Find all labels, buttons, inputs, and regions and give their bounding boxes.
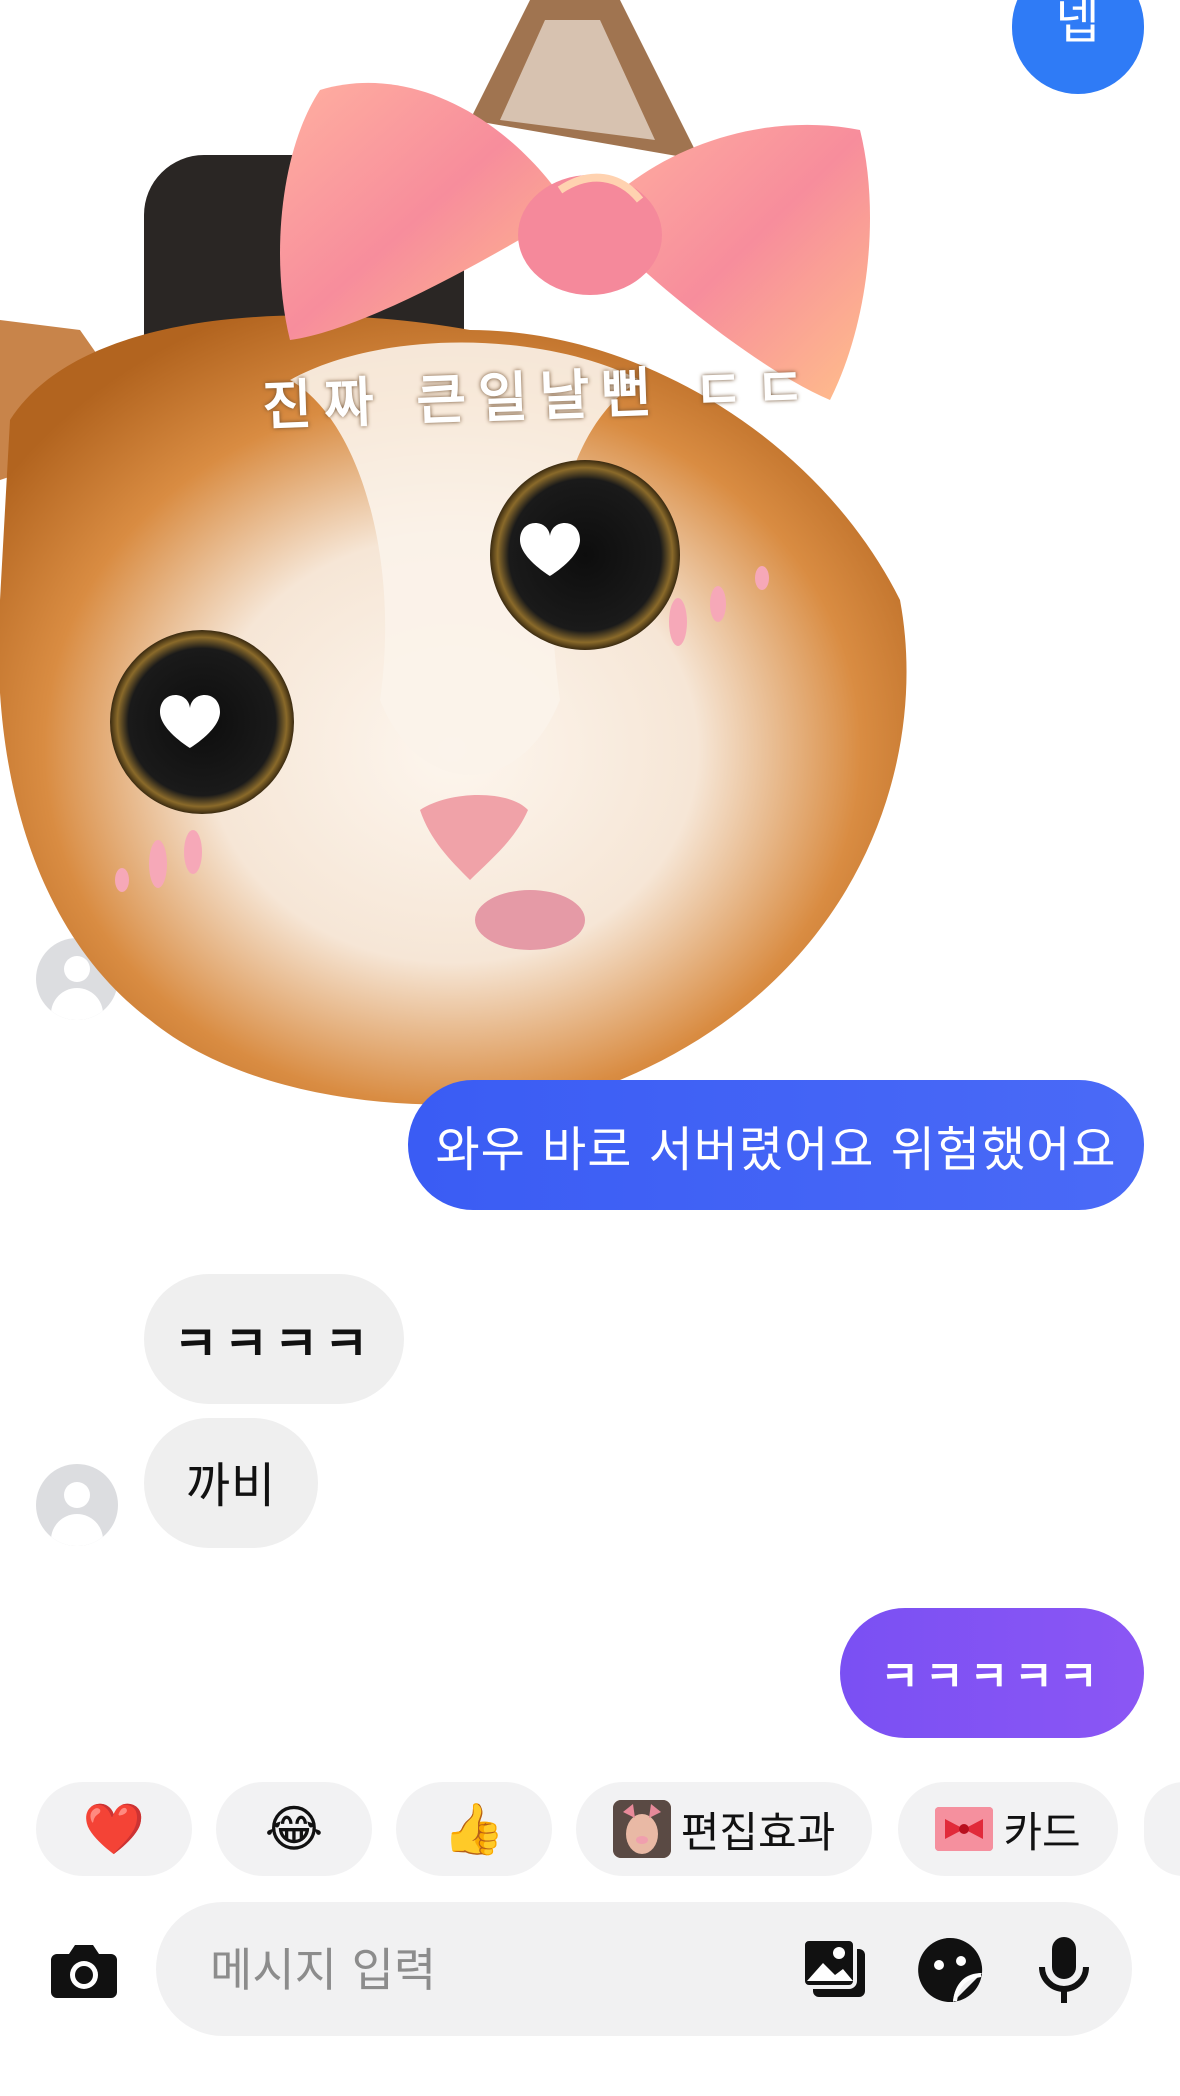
- thumbs-up-icon: 👍: [442, 1799, 506, 1858]
- gallery-button[interactable]: [796, 1932, 872, 2008]
- message-text: 와우 바로 서버렸어요 위험했어요: [435, 1122, 1117, 1178]
- tears-of-joy-icon: 😂: [264, 1800, 324, 1858]
- quick-reply-heart[interactable]: ❤️: [36, 1782, 192, 1876]
- received-message[interactable]: ㅋㅋㅋㅋ: [144, 1274, 404, 1404]
- message-input[interactable]: [208, 1902, 872, 2038]
- sent-message-top[interactable]: 넵: [1012, 0, 1144, 94]
- sent-message[interactable]: ㅋㅋㅋㅋㅋ: [840, 1608, 1144, 1738]
- quick-reply-more[interactable]: [1144, 1782, 1180, 1876]
- sent-message[interactable]: 와우 바로 서버렸어요 위험했어요: [408, 1080, 1144, 1210]
- quick-reply-card[interactable]: 카드: [898, 1782, 1118, 1876]
- chip-label: 편집효과: [680, 1807, 836, 1857]
- chip-label: 카드: [1003, 1807, 1081, 1857]
- message-composer: [156, 1902, 1132, 2038]
- message-text: ㅋㅋㅋㅋ: [173, 1316, 375, 1372]
- camera-icon: [51, 1945, 117, 1998]
- quick-reply-thumbs-up[interactable]: 👍: [396, 1782, 552, 1876]
- quick-reply-laugh[interactable]: 😂: [216, 1782, 372, 1876]
- cat-sticker-image[interactable]: [0, 0, 920, 1115]
- heart-icon: ❤️: [82, 1799, 146, 1858]
- sticker-button[interactable]: [912, 1932, 988, 2008]
- message-text: 까비: [185, 1458, 277, 1514]
- avatar[interactable]: [36, 1464, 118, 1546]
- sticker-icon: [918, 1937, 983, 2003]
- face-filter-thumbnail-icon: [612, 1800, 671, 1858]
- received-message[interactable]: 까비: [144, 1418, 318, 1548]
- camera-button[interactable]: [44, 1934, 124, 2006]
- message-text: ㅋㅋㅋㅋㅋ: [880, 1651, 1104, 1701]
- ribbon-card-icon: [935, 1807, 994, 1851]
- quick-reply-face-filter[interactable]: 편집효과: [576, 1782, 872, 1876]
- mic-icon: [1039, 1937, 1089, 2003]
- gallery-icon: [801, 1937, 865, 1997]
- message-text: 넵: [1055, 0, 1101, 50]
- mic-button[interactable]: [1026, 1932, 1102, 2008]
